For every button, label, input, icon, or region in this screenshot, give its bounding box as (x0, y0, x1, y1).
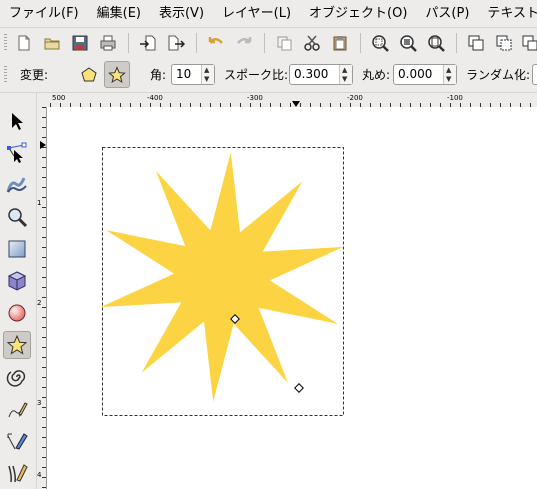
ruler-label: -200 (347, 94, 363, 102)
rounded-label: 丸め: (362, 68, 391, 82)
menu-object[interactable]: オブジェクト(O) (300, 0, 416, 27)
rounded-stepper[interactable]: ▲ ▼ (443, 65, 456, 84)
redo-icon[interactable] (232, 31, 256, 55)
tweak-tool[interactable] (3, 171, 31, 199)
toolbar-separator (196, 33, 197, 53)
pencil-icon (8, 402, 28, 418)
open-icon[interactable] (40, 31, 64, 55)
polygon-icon (81, 66, 97, 81)
spoke-ratio-label: スポーク比: (224, 68, 289, 82)
horizontal-ruler[interactable]: 500 -400 -300 -200 -100 (46, 93, 537, 108)
duplicate-icon[interactable] (464, 31, 488, 55)
export-icon[interactable] (164, 31, 188, 55)
vertical-ruler-ticks (42, 107, 46, 488)
rounded-spinbox[interactable]: 0.000 ▲ ▼ (393, 64, 457, 85)
corners-stepper[interactable]: ▲ ▼ (201, 65, 214, 84)
menu-file[interactable]: ファイル(F) (0, 0, 88, 27)
zoom-drawing-icon[interactable] (396, 31, 420, 55)
circle-icon (8, 304, 26, 322)
pencil-tool[interactable] (3, 395, 31, 423)
toolbar-separator (264, 33, 265, 53)
toolbar-grip[interactable] (4, 66, 7, 84)
import-icon[interactable] (136, 31, 160, 55)
3d-box-icon (7, 271, 27, 291)
corner-handle[interactable] (294, 383, 304, 393)
randomized-label: ランダム化: (466, 68, 531, 82)
corners-value: 10 (176, 67, 192, 81)
ruler-label: -400 (147, 94, 163, 102)
star-icon (6, 334, 28, 355)
pen-tool[interactable] (3, 427, 31, 455)
menu-layer[interactable]: レイヤー(L) (213, 0, 300, 27)
rectangle-icon (8, 240, 26, 258)
randomized-spinbox[interactable] (532, 64, 537, 85)
zoom-selection-icon[interactable] (368, 31, 392, 55)
spoke-ratio-spinbox[interactable]: 0.300 ▲ ▼ (289, 64, 353, 85)
change-label: 変更: (20, 68, 49, 82)
star-mode-button[interactable] (104, 61, 130, 88)
spiral-icon (6, 370, 26, 387)
menu-text[interactable]: テキスト(T) (478, 0, 537, 27)
menu-bar: ファイル(F) 編集(E) 表示(V) レイヤー(L) オブジェクト(O) パス… (0, 0, 537, 27)
toolbar-separator (456, 33, 457, 53)
print-icon[interactable] (96, 31, 120, 55)
calligraphy-tool[interactable] (3, 459, 31, 487)
toolbox (0, 93, 37, 489)
calligraphy-icon (8, 464, 28, 483)
commands-toolbar (0, 27, 537, 59)
toolbar-grip[interactable] (4, 34, 7, 52)
undo-icon[interactable] (204, 31, 228, 55)
ruler-label: 500 (52, 94, 66, 102)
menu-view[interactable]: 表示(V) (150, 0, 213, 27)
spoke-ratio-value: 0.300 (294, 67, 329, 81)
new-document-icon[interactable] (12, 31, 36, 55)
ruler-label: -100 (447, 94, 463, 102)
unlink-clone-icon[interactable] (518, 31, 537, 55)
tweak-icon (6, 177, 27, 193)
toolbar-separator (360, 33, 361, 53)
toolbar-separator (128, 33, 129, 53)
save-icon[interactable] (68, 31, 92, 55)
zoom-tool[interactable] (3, 203, 31, 231)
corners-spinbox[interactable]: 10 ▲ ▼ (171, 64, 215, 85)
menu-path[interactable]: パス(P) (416, 0, 478, 27)
star-tool[interactable] (3, 331, 31, 359)
ruler-label: 4 (37, 471, 42, 479)
ruler-label: 2 (37, 299, 42, 307)
ruler-label: 1 (37, 199, 42, 207)
node-icon (7, 142, 27, 163)
arrow-icon (12, 113, 23, 130)
node-tool[interactable] (3, 139, 31, 167)
tool-controls-bar: 変更: 角: 10 ▲ ▼ スポーク比: 0.300 ▲ ▼ 丸め: 0.000 ▲… (0, 58, 537, 93)
selector-tool[interactable] (3, 107, 31, 135)
rounded-value: 0.000 (398, 67, 433, 81)
star-icon (108, 65, 126, 83)
corners-label: 角: (150, 68, 167, 82)
star-shape[interactable] (100, 152, 344, 402)
ruler-pointer-icon (40, 141, 46, 149)
canvas-svg (100, 147, 344, 416)
ellipse-tool[interactable] (3, 299, 31, 327)
ruler-label: 3 (37, 399, 42, 407)
spoke-ratio-stepper[interactable]: ▲ ▼ (339, 65, 352, 84)
pen-icon (7, 433, 28, 450)
vertical-ruler[interactable]: 1 2 3 4 (36, 107, 47, 489)
polygon-mode-button[interactable] (76, 61, 102, 88)
clone-icon[interactable] (492, 31, 516, 55)
rectangle-tool[interactable] (3, 235, 31, 263)
magnifier-icon (8, 208, 28, 228)
copy-icon[interactable] (272, 31, 296, 55)
menu-edit[interactable]: 編集(E) (88, 0, 150, 27)
3d-box-tool[interactable] (3, 267, 31, 295)
spiral-tool[interactable] (3, 363, 31, 391)
cut-icon[interactable] (300, 31, 324, 55)
ruler-label: -300 (247, 94, 263, 102)
zoom-page-icon[interactable] (424, 31, 448, 55)
paste-icon[interactable] (328, 31, 352, 55)
drawing-canvas[interactable] (47, 107, 537, 489)
